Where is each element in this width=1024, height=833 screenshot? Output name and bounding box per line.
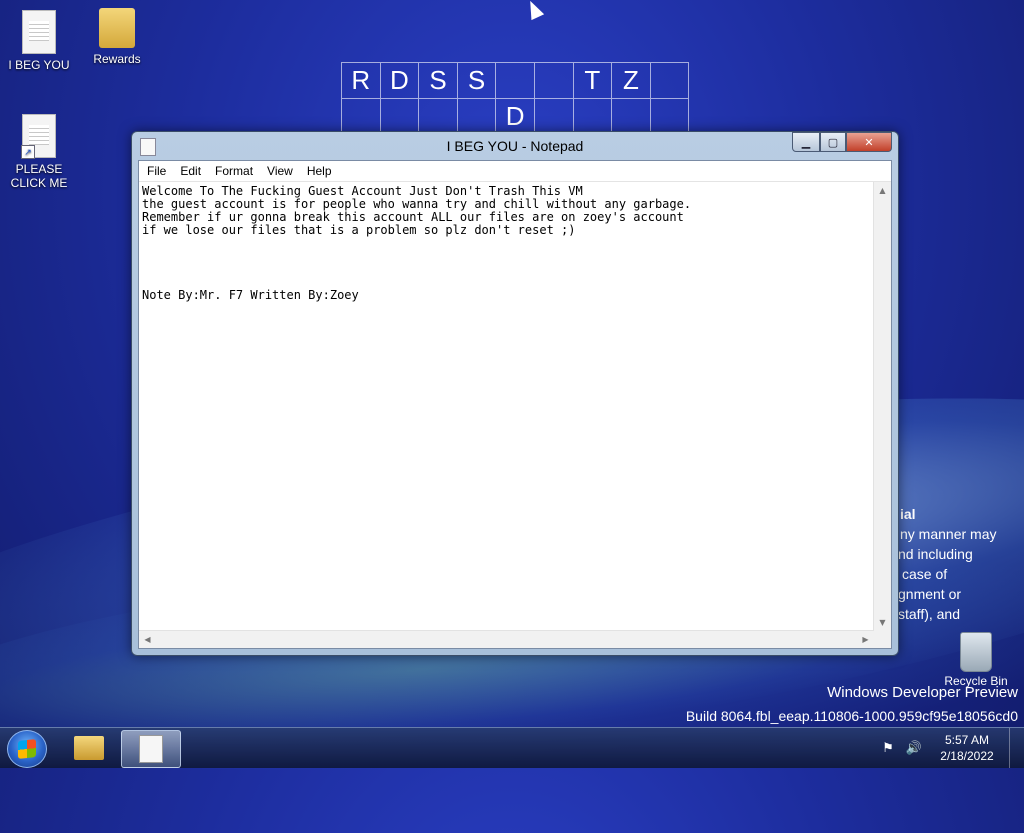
menu-format[interactable]: Format (208, 164, 260, 178)
minimize-button[interactable]: ▁ (792, 132, 820, 152)
crossword-cell (535, 99, 574, 135)
desktop-icon-label: PLEASE CLICK ME (10, 162, 68, 190)
taskbar: ⚑ 🔊 5:57 AM 2/18/2022 (0, 727, 1024, 768)
taskbar-explorer-button[interactable] (60, 730, 118, 766)
maximize-button[interactable]: ▢ (820, 132, 846, 152)
vertical-scrollbar[interactable]: ▲ ▼ (873, 182, 891, 631)
caption-buttons: ▁ ▢ ✕ (792, 132, 892, 152)
desktop-icon-recycle-bin[interactable]: Recycle Bin (942, 632, 1010, 688)
wallpaper-text-line: staff), and (898, 606, 961, 622)
crossword-cell (612, 99, 651, 135)
crossword-cell: D (380, 63, 420, 99)
crossword-cell (534, 63, 574, 99)
wallpaper-text-line: gnment or (898, 586, 962, 602)
shortcut-document-icon: ↗ (21, 114, 56, 159)
close-icon: ✕ (864, 135, 874, 149)
build-watermark-title: Windows Developer Preview (827, 684, 1018, 701)
close-button[interactable]: ✕ (846, 132, 892, 152)
minimize-icon: ▁ (801, 135, 811, 149)
scroll-down-arrow-icon[interactable]: ▼ (874, 614, 891, 631)
editor-content[interactable]: Welcome To The Fucking Guest Account Jus… (139, 182, 874, 305)
menu-edit[interactable]: Edit (173, 164, 208, 178)
menu-help[interactable]: Help (300, 164, 339, 178)
recycle-bin-icon (960, 632, 992, 672)
scroll-up-arrow-icon[interactable]: ▲ (874, 182, 891, 199)
action-center-flag-icon[interactable]: ⚑ (882, 740, 894, 756)
crossword-cell (496, 63, 535, 99)
wallpaper-text-line: ny manner may (900, 526, 997, 542)
notepad-client-area: File Edit Format View Help Welcome To Th… (138, 160, 892, 649)
crossword-cell: Z (612, 63, 651, 99)
scroll-left-arrow-icon[interactable]: ◀ (139, 631, 156, 648)
clock-time: 5:57 AM (944, 733, 990, 747)
menu-bar: File Edit Format View Help (139, 161, 891, 182)
scroll-right-arrow-icon[interactable]: ▶ (857, 631, 874, 648)
crossword-cell: S (457, 63, 497, 99)
taskbar-notepad-button[interactable] (121, 730, 181, 768)
crossword-cell (574, 99, 613, 135)
wallpaper-text-line: nd including (898, 546, 973, 562)
scrollbar-corner (874, 631, 891, 648)
window-titlebar[interactable]: I BEG YOU - Notepad ▁ ▢ ✕ (132, 132, 898, 160)
folder-icon (99, 8, 135, 48)
system-tray: ⚑ 🔊 5:57 AM 2/18/2022 (882, 728, 1024, 768)
menu-file[interactable]: File (139, 164, 173, 178)
crossword-cell: D (496, 99, 535, 135)
crossword-cell: T (573, 63, 613, 99)
notepad-icon (139, 735, 163, 763)
clock[interactable]: 5:57 AM 2/18/2022 (934, 732, 1000, 764)
crossword-cell: S (419, 63, 458, 99)
clock-date: 2/18/2022 (940, 749, 994, 763)
shortcut-arrow-icon: ↗ (21, 145, 35, 159)
crossword-cell (419, 99, 458, 135)
crossword-cell (651, 99, 690, 135)
folder-icon (74, 736, 104, 760)
wallpaper-text-line: case of (902, 566, 948, 582)
crossword-cell (458, 99, 497, 135)
desktop-icon-rewards[interactable]: Rewards (78, 8, 156, 66)
maximize-icon: ▢ (827, 135, 839, 149)
text-document-icon (22, 10, 56, 54)
horizontal-scrollbar[interactable]: ◀ ▶ (139, 630, 874, 648)
crossword-cell (381, 99, 420, 135)
crossword-cell (650, 63, 690, 99)
text-editor[interactable]: Welcome To The Fucking Guest Account Jus… (139, 182, 874, 631)
speaker-icon[interactable]: 🔊 (906, 740, 922, 756)
window-title: I BEG YOU - Notepad (446, 138, 584, 154)
crossword-cell (342, 99, 381, 135)
desktop-icon-label: Rewards (93, 52, 141, 66)
show-desktop-button[interactable] (1009, 728, 1024, 768)
desktop-icon-please-click-me[interactable]: ↗ PLEASE CLICK ME (0, 114, 78, 190)
start-button[interactable] (7, 730, 47, 768)
crossword-cell: R (342, 63, 381, 99)
desktop-icon-label: I BEG YOU (8, 58, 70, 72)
wallpaper-text-line: ial (900, 506, 916, 522)
mouse-cursor-icon (523, 0, 545, 21)
menu-view[interactable]: View (260, 164, 300, 178)
notepad-window[interactable]: I BEG YOU - Notepad ▁ ▢ ✕ File Edit Form… (131, 131, 899, 656)
build-watermark-build: Build 8064.fbl_eeap.110806-1000.959cf95e… (685, 708, 1018, 724)
desktop-icon-i-beg-you[interactable]: I BEG YOU (0, 10, 78, 72)
windows-logo-icon (18, 739, 36, 759)
